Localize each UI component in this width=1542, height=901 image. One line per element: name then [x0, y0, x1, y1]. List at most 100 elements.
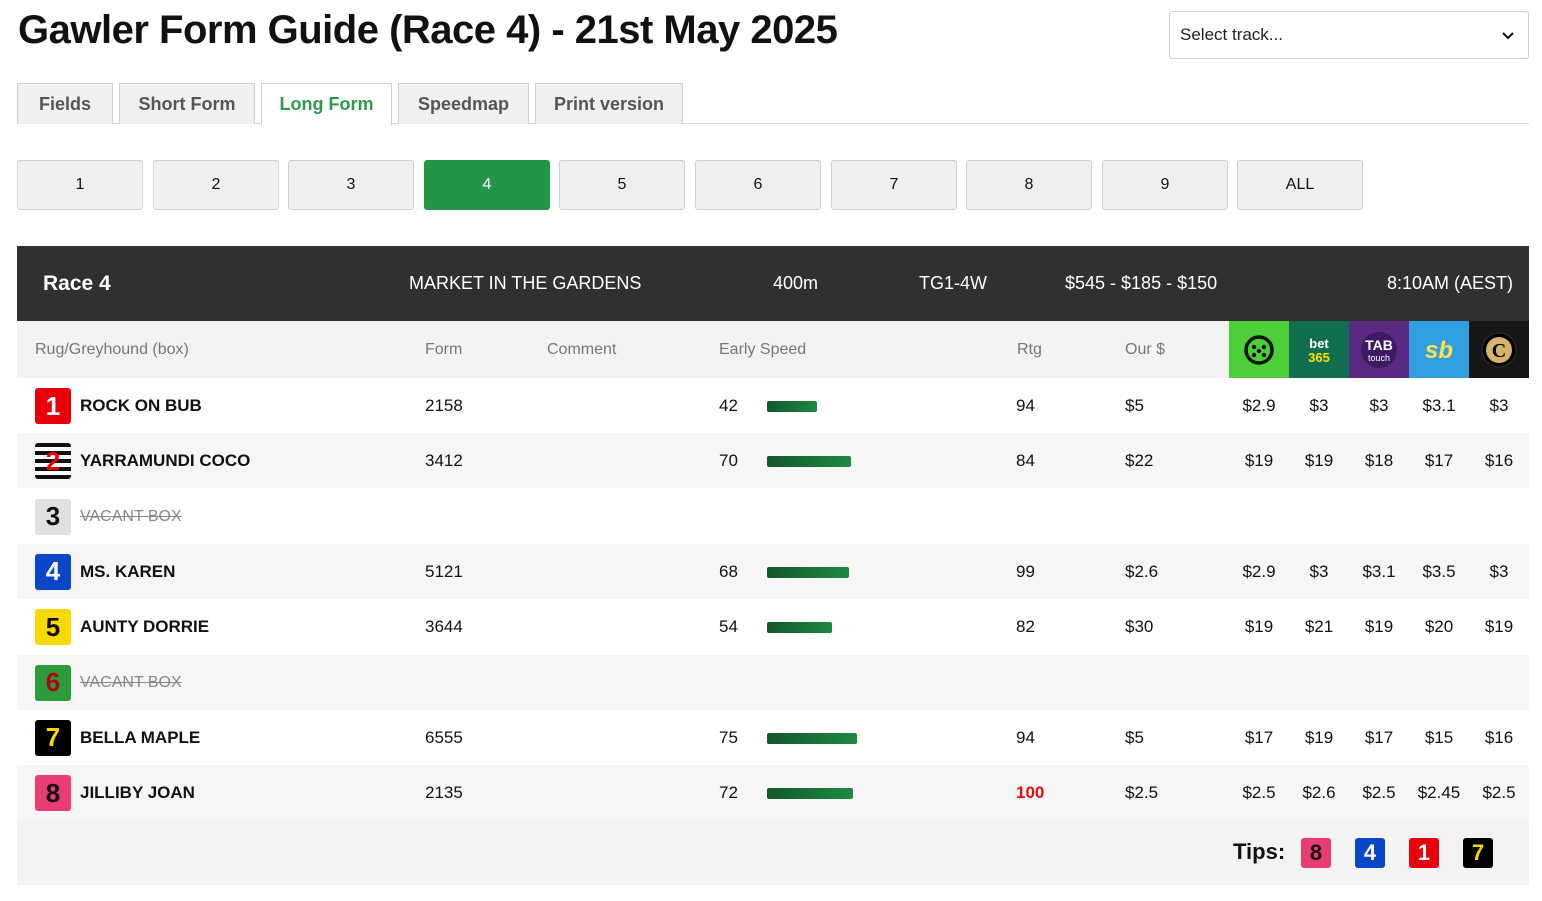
bookmaker-odds[interactable]: $2.5	[1469, 765, 1529, 820]
early-speed-bar	[767, 788, 853, 800]
table-header: Rug/Greyhound (box) Form Comment Early S…	[17, 321, 1529, 378]
runner-row[interactable]: 1 ROCK ON BUB 2158 42 94 $5 $2.9 $3 $3 $3.1 $3	[17, 378, 1529, 433]
rug-box-5: 5	[35, 609, 71, 646]
bookmaker-odds[interactable]: $2.9	[1229, 378, 1289, 433]
runner-row[interactable]: 2 YARRAMUNDI COCO 3412 70 84 $22 $19 $19 $18 $17 $…	[17, 433, 1529, 489]
greyhound-name: VACANT BOX	[80, 507, 182, 525]
early-speed-bar	[767, 566, 849, 578]
race-button-6[interactable]: 6	[695, 160, 821, 210]
track-select-value: Select track...	[1180, 25, 1283, 44]
bookmaker-odds[interactable]: $19	[1349, 599, 1409, 654]
rating-value: 94	[1016, 396, 1035, 415]
runner-row[interactable]: 8 JILLIBY JOAN 2135 72 100 $2.5 $2.5 $2.6 $2.5 $2…	[17, 765, 1529, 821]
bookmaker-odds[interactable]: $3	[1289, 544, 1349, 599]
runner-row[interactable]: 5 AUNTY DORRIE 3644 54 82 $30 $19 $21 $19 $20 $19	[17, 599, 1529, 654]
bookmaker-2-logo[interactable]: bet 365	[1289, 321, 1349, 378]
page-title: Gawler Form Guide (Race 4) - 21st May 20…	[18, 8, 838, 52]
early-speed-value: 42	[719, 396, 738, 415]
col-form: Form	[425, 341, 463, 358]
tab-fields[interactable]: Fields	[17, 83, 113, 124]
race-button-3[interactable]: 3	[288, 160, 414, 210]
col-runner: Rug/Greyhound (box)	[35, 341, 189, 358]
race-button-5[interactable]: 5	[559, 160, 685, 210]
bookmaker-odds[interactable]: $19	[1229, 599, 1289, 654]
tip-rug-7: 7	[1463, 838, 1493, 868]
col-comment: Comment	[547, 341, 617, 358]
race-button-2[interactable]: 2	[153, 160, 279, 210]
bookmaker-5-logo[interactable]: C	[1469, 321, 1529, 378]
early-speed-value: 70	[719, 451, 738, 471]
bookmaker-1-logo[interactable]	[1229, 321, 1289, 378]
race-header: Race 4 MARKET IN THE GARDENS 400m TG1-4W…	[17, 246, 1529, 321]
rug-box-8: 8	[35, 775, 71, 812]
early-speed-value: 54	[719, 617, 738, 637]
race-time: 8:10AM (AEST)	[1387, 273, 1514, 293]
greyhound-name[interactable]: ROCK ON BUB	[80, 378, 202, 433]
tab-speedmap[interactable]: Speedmap	[398, 83, 529, 124]
rug-box-6: 6	[35, 664, 71, 701]
form-value: 3412	[425, 451, 463, 471]
greyhound-name[interactable]: MS. KAREN	[80, 544, 175, 599]
tab-short-form[interactable]: Short Form	[119, 83, 255, 124]
tab-long-form[interactable]: Long Form	[261, 83, 392, 125]
runner-row[interactable]: 4 MS. KAREN 5121 68 99 $2.6 $2.9 $3 $3.1 $3.5 $3	[17, 543, 1529, 599]
runner-row[interactable]: 6 VACANT BOX	[17, 654, 1529, 710]
early-speed-bar	[767, 622, 832, 634]
bookmaker-odds[interactable]: $2.5	[1349, 765, 1409, 820]
race-name: MARKET IN THE GARDENS	[409, 273, 642, 293]
bookmaker-odds[interactable]: $16	[1469, 710, 1529, 765]
greyhound-name[interactable]: AUNTY DORRIE	[80, 599, 209, 654]
greyhound-name[interactable]: JILLIBY JOAN	[80, 765, 195, 820]
bookmaker-odds[interactable]: $16	[1469, 433, 1529, 488]
race-button-9[interactable]: 9	[1102, 160, 1228, 210]
bookmaker-odds[interactable]: $2.45	[1409, 765, 1469, 820]
greyhound-name[interactable]: YARRAMUNDI COCO	[80, 433, 250, 488]
bookmaker-odds[interactable]: $2.9	[1229, 544, 1289, 599]
bookmaker-odds[interactable]: $2.6	[1289, 765, 1349, 820]
bookmaker-3-logo[interactable]: TAB touch	[1349, 321, 1409, 378]
bookmaker-odds[interactable]: $15	[1409, 710, 1469, 765]
bookmaker-odds[interactable]: $19	[1289, 433, 1349, 488]
rug-box-1: 1	[35, 388, 71, 424]
race-button-7[interactable]: 7	[831, 160, 957, 210]
col-our-price: Our $	[1125, 341, 1166, 358]
runner-row[interactable]: 3 VACANT BOX	[17, 489, 1529, 544]
runner-row[interactable]: 7 BELLA MAPLE 6555 75 94 $5 $17 $19 $17 $15 $16	[17, 710, 1529, 765]
bookmaker-odds[interactable]: $3.1	[1409, 378, 1469, 433]
tab-touch-logo-icon: TAB touch	[1361, 331, 1397, 368]
bookmaker-odds[interactable]: $20	[1409, 599, 1469, 654]
our-price-value: $2.6	[1125, 561, 1159, 581]
race-button-all[interactable]: ALL	[1237, 160, 1363, 210]
svg-text:sb: sb	[1425, 337, 1453, 364]
bookmaker-odds[interactable]: $3.1	[1349, 544, 1409, 599]
track-select[interactable]: Select track...	[1169, 11, 1529, 59]
rug-box-3: 3	[35, 498, 71, 535]
bookmaker-odds[interactable]: $3	[1469, 378, 1529, 433]
bookmaker-odds[interactable]: $3.5	[1409, 544, 1469, 599]
race-button-4[interactable]: 4	[424, 160, 550, 210]
race-button-1[interactable]: 1	[17, 160, 143, 210]
form-value: 3644	[425, 617, 463, 637]
bookmaker-odds[interactable]: $3	[1469, 544, 1529, 599]
bookmaker-odds[interactable]: $2.5	[1229, 765, 1289, 820]
bookmaker-odds[interactable]: $17	[1229, 710, 1289, 765]
bookmaker-odds[interactable]: $17	[1349, 710, 1409, 765]
race-button-8[interactable]: 8	[966, 160, 1092, 210]
bookmaker-odds[interactable]: $17	[1409, 433, 1469, 488]
form-value: 2135	[425, 783, 463, 803]
early-speed-value: 75	[719, 727, 738, 747]
bookmaker-odds[interactable]: $19	[1469, 599, 1529, 654]
early-speed-value: 72	[719, 783, 738, 803]
bookmaker-odds[interactable]: $18	[1349, 433, 1409, 488]
bookmaker-odds[interactable]: $3	[1289, 378, 1349, 433]
bookmaker-odds[interactable]: $21	[1289, 599, 1349, 654]
greyhound-name[interactable]: BELLA MAPLE	[80, 710, 200, 765]
bookmaker-odds[interactable]: $19	[1289, 710, 1349, 765]
bookmaker-odds[interactable]: $3	[1349, 378, 1409, 433]
rating-value: 100	[1016, 783, 1045, 803]
race-distance: 400m	[773, 273, 819, 293]
race-number: Race 4	[43, 272, 111, 295]
bookmaker-odds[interactable]: $19	[1229, 433, 1289, 488]
bookmaker-4-logo[interactable]: sb	[1409, 321, 1469, 378]
tab-print-version[interactable]: Print version	[535, 83, 683, 124]
